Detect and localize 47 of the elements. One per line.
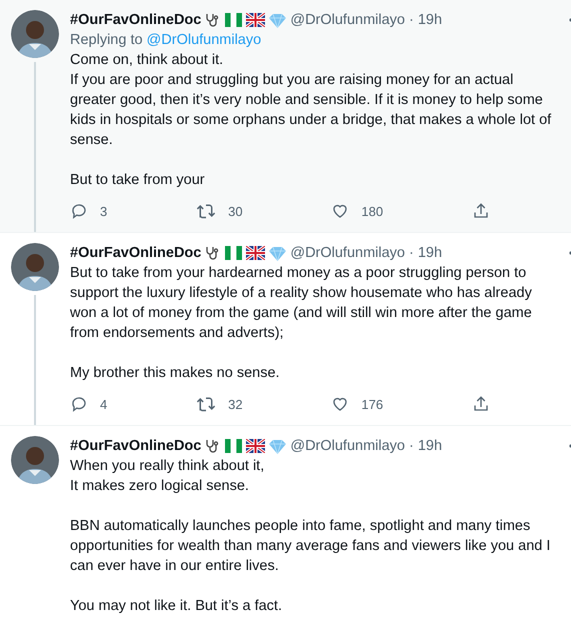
tweet-text: My brother this makes no sense. — [70, 364, 281, 383]
avatar[interactable] — [11, 243, 59, 291]
tweet-text: But to take from your — [70, 171, 206, 190]
flag-icon — [246, 246, 266, 260]
replying-label: Replying to — [70, 31, 143, 50]
diamond-icon — [269, 246, 286, 260]
username[interactable]: @DrOlufunmilayo — [290, 243, 405, 263]
tweet-text: When you really think about it, It makes zero logical sense. — [70, 457, 266, 496]
separator-dot: · — [408, 437, 414, 456]
flag-icon — [225, 13, 242, 27]
share-icon[interactable] — [472, 202, 490, 220]
reply-count: 3 — [100, 204, 108, 218]
tweet-text: But to take from your hardearned money as a poor struggling person to support the luxury lifestyle of a reality show housemate who has already won a lot of money from the game (and will still win more after the game from endorsements and adverts); — [70, 264, 533, 343]
reply-icon[interactable] — [70, 202, 88, 220]
display-name[interactable]: #OurFavOnlineDoc — [70, 243, 202, 263]
diamond-icon — [269, 12, 286, 28]
display-name[interactable]: #OurFavOnlineDoc — [70, 10, 202, 30]
retweet-count: 30 — [228, 204, 243, 218]
avatar[interactable] — [11, 436, 59, 484]
flag-icon — [246, 13, 266, 27]
username[interactable]: @DrOlufunmilayo — [290, 436, 405, 456]
separator-dot: · — [408, 11, 414, 30]
diamond-icon — [269, 438, 286, 454]
retweet-icon[interactable] — [196, 202, 216, 220]
heart-icon[interactable] — [331, 202, 350, 220]
retweet-count: 32 — [228, 396, 243, 412]
timestamp[interactable]: 19h — [418, 436, 442, 456]
username[interactable]: @DrOlufunmilayo — [290, 10, 405, 30]
timestamp[interactable]: 19h — [418, 243, 442, 263]
like-count: 180 — [361, 204, 384, 218]
flag-icon — [225, 439, 242, 453]
tweet-card[interactable] — [0, 0, 571, 233]
flag-icon — [225, 246, 242, 260]
separator-dot: · — [408, 244, 414, 263]
flag-icon — [246, 439, 266, 453]
display-name[interactable]: #OurFavOnlineDoc — [70, 436, 202, 456]
timestamp[interactable]: 19h — [418, 10, 442, 30]
avatar[interactable] — [11, 10, 59, 58]
retweet-icon[interactable] — [196, 395, 216, 413]
reply-icon[interactable] — [70, 395, 88, 413]
share-icon[interactable] — [472, 395, 490, 413]
reply-count: 4 — [100, 396, 108, 412]
tweet-text: BBN automatically launches people into fame, spotlight and many times opportunities for wealth than many average fans and viewers like you and I can ever have in our entire lives. — [70, 517, 552, 576]
tweet-text: You may not like it. But it’s a fact. — [70, 597, 283, 616]
tweet-text: Come on, think about it. If you are poor and struggling but you are raising money for an actual greater good, then it’s very noble and sensible. If it is money to help some kids in hospitals or some orphans under a bridge, that makes a whole lot of sense. — [70, 51, 552, 150]
like-count: 176 — [361, 396, 384, 412]
heart-icon[interactable] — [331, 395, 350, 413]
